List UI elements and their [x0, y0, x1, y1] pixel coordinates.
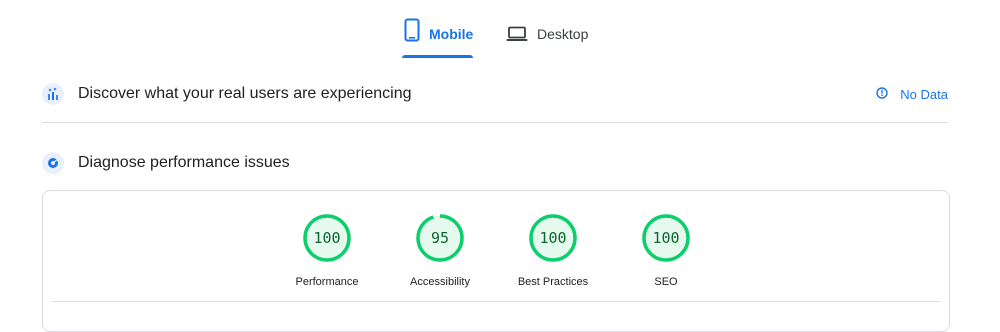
field-data-title: Discover what your real users are experi… — [78, 85, 412, 102]
field-data-header: Discover what your real users are experi… — [42, 82, 948, 106]
tab-mobile[interactable]: Mobile — [404, 18, 473, 60]
score-value: 100 — [652, 229, 680, 247]
score-label: Accessibility — [410, 276, 470, 288]
info-icon — [876, 86, 888, 102]
score-value: 95 — [430, 229, 450, 247]
active-tab-indicator — [402, 55, 473, 58]
score-label: Performance — [295, 276, 359, 288]
tab-mobile-label: Mobile — [429, 26, 474, 42]
score-gauge-seo[interactable]: 100 SEO — [616, 212, 716, 288]
laptop-icon — [506, 26, 528, 47]
score-gauge-performance[interactable]: 100 Performance — [277, 212, 377, 288]
device-tabs: Mobile Desktop — [0, 0, 1000, 60]
score-label: SEO — [654, 276, 678, 288]
score-value: 100 — [539, 229, 567, 247]
lab-data-header: Diagnose performance issues — [42, 151, 948, 175]
lighthouse-scores-card: 100 Performance 95 Accessibility 100 Bes… — [42, 190, 950, 332]
no-data-label: No Data — [900, 86, 948, 102]
score-value: 100 — [313, 229, 341, 247]
section-divider — [42, 122, 948, 123]
tab-desktop-label: Desktop — [537, 26, 589, 42]
score-gauge-best-practices[interactable]: 100 Best Practices — [503, 212, 603, 288]
tab-desktop[interactable]: Desktop — [506, 18, 588, 60]
lab-data-title: Diagnose performance issues — [78, 154, 290, 171]
lighthouse-icon — [42, 152, 64, 174]
crux-chart-icon — [42, 83, 64, 105]
no-data-status[interactable]: No Data — [876, 87, 948, 102]
score-gauge-accessibility[interactable]: 95 Accessibility — [390, 212, 490, 288]
score-label: Best Practices — [517, 276, 589, 288]
card-divider — [51, 301, 941, 302]
smartphone-icon — [404, 18, 420, 47]
